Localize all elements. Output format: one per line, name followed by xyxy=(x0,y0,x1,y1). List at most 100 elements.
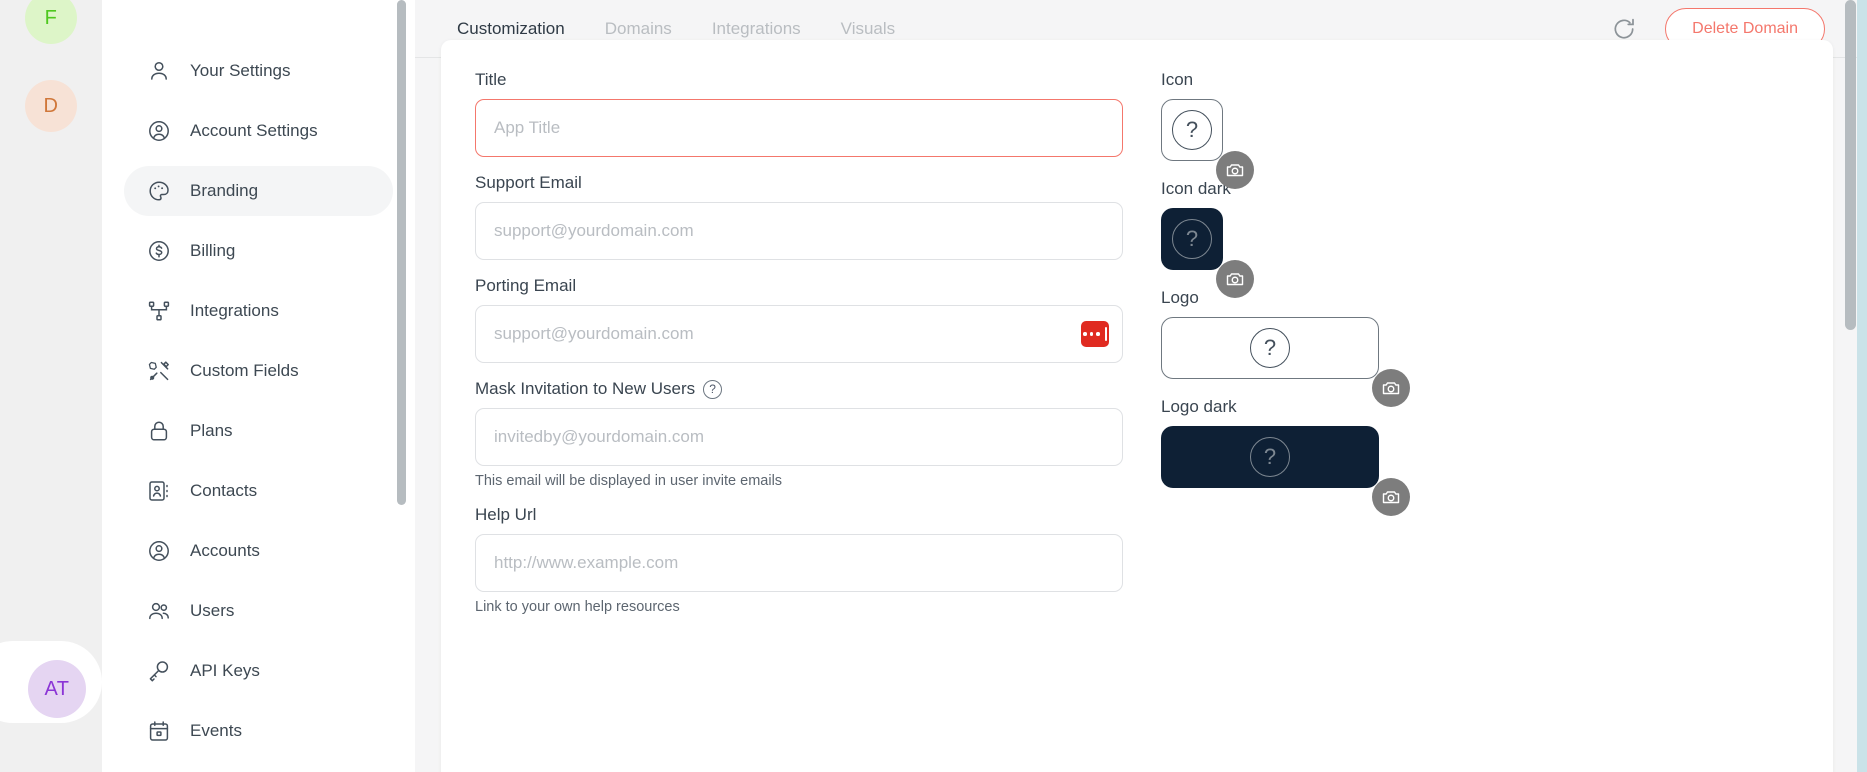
camera-icon[interactable] xyxy=(1372,478,1410,516)
sidebar-item-label: Contacts xyxy=(190,481,258,500)
contact-card-icon xyxy=(146,478,172,504)
dollar-circle-icon xyxy=(146,238,172,264)
upload-wrap: ? xyxy=(1161,99,1254,189)
upload-wrap: ? xyxy=(1161,208,1254,298)
sidebar-item-label: Your Settings xyxy=(190,61,291,80)
placeholder-question-icon: ? xyxy=(1250,328,1290,368)
main-scrollbar-thumb[interactable] xyxy=(1845,0,1856,330)
window-edge-strip xyxy=(1857,0,1867,772)
network-nodes-icon xyxy=(146,298,172,324)
sidebar-item-users[interactable]: Users xyxy=(124,586,393,636)
mask-invitation-input[interactable] xyxy=(475,408,1123,466)
upload-label: Icon xyxy=(1161,70,1194,89)
form-column: Title Support Email Port xyxy=(475,70,1123,772)
sidebar-item-label: Events xyxy=(190,721,242,740)
sidebar-item-label: Branding xyxy=(190,181,259,200)
field-label: Title xyxy=(475,70,1123,90)
icon-preview[interactable]: ? xyxy=(1161,99,1223,161)
sidebar-item-label: Plans xyxy=(190,421,233,440)
sidebar-item-account-settings[interactable]: Account Settings xyxy=(124,106,393,156)
workspace-avatar-at[interactable]: AT xyxy=(28,660,86,718)
field-title: Title xyxy=(475,70,1123,157)
input-wrap xyxy=(475,305,1123,363)
lock-icon xyxy=(146,418,172,444)
sidebar-item-label: Integrations xyxy=(190,301,279,320)
input-wrap xyxy=(475,99,1123,157)
sidebar-item-your-settings[interactable]: Your Settings xyxy=(124,46,393,96)
upload-label: Icon dark xyxy=(1161,179,1231,198)
logo-dark-preview[interactable]: ? xyxy=(1161,426,1379,488)
user-icon xyxy=(146,58,172,84)
sidebar-item-api-keys[interactable]: API Keys xyxy=(124,646,393,696)
tools-icon xyxy=(146,358,172,384)
sidebar-scrollbar-thumb[interactable] xyxy=(397,0,406,505)
refresh-icon[interactable] xyxy=(1609,14,1639,44)
workspace-avatar-f[interactable]: F xyxy=(25,0,77,44)
sidebar-item-branding[interactable]: Branding xyxy=(124,166,393,216)
upload-wrap: ? xyxy=(1161,426,1410,516)
settings-sidebar: Your Settings Account Settings Branding … xyxy=(102,0,415,772)
sidebar-item-label: Accounts xyxy=(190,541,260,560)
sidebar-scrollbar[interactable] xyxy=(397,0,406,772)
support-email-input[interactable] xyxy=(475,202,1123,260)
porting-email-input[interactable] xyxy=(475,305,1123,363)
logo-preview[interactable]: ? xyxy=(1161,317,1379,379)
sidebar-item-label: API Keys xyxy=(190,661,260,680)
upload-label: Logo xyxy=(1161,288,1199,307)
label-text: Support Email xyxy=(475,173,582,192)
sidebar-item-label: Account Settings xyxy=(190,121,318,140)
field-help-url: Help Url Link to your own help resources xyxy=(475,505,1123,615)
icon-dark-preview[interactable]: ? xyxy=(1161,208,1223,270)
customization-card: Title Support Email Port xyxy=(441,40,1833,772)
sidebar-item-plans[interactable]: Plans xyxy=(124,406,393,456)
field-porting-email: Porting Email xyxy=(475,276,1123,363)
main-panel: Customization Domains Integrations Visua… xyxy=(415,0,1867,772)
label-text: Porting Email xyxy=(475,276,577,295)
field-label: Porting Email xyxy=(475,276,1123,296)
field-label: Support Email xyxy=(475,173,1123,193)
sidebar-item-integrations[interactable]: Integrations xyxy=(124,286,393,336)
field-hint: This email will be displayed in user inv… xyxy=(475,473,783,489)
user-circle-icon xyxy=(146,538,172,564)
placeholder-question-icon: ? xyxy=(1250,437,1290,477)
label-text: Title xyxy=(475,70,507,89)
sidebar-item-billing[interactable]: Billing xyxy=(124,226,393,276)
sidebar-item-label: Users xyxy=(190,601,235,620)
main-scrollbar[interactable] xyxy=(1845,0,1856,772)
sidebar-item-label: Custom Fields xyxy=(190,361,299,380)
help-url-input[interactable] xyxy=(475,534,1123,592)
help-icon[interactable]: ? xyxy=(703,379,723,399)
title-input[interactable] xyxy=(475,99,1123,157)
sidebar-item-custom-fields[interactable]: Custom Fields xyxy=(124,346,393,396)
upload-label: Logo dark xyxy=(1161,397,1237,416)
sidebar-item-contacts[interactable]: Contacts xyxy=(124,466,393,516)
workspace-avatar-d[interactable]: D xyxy=(25,80,77,132)
users-icon xyxy=(146,598,172,624)
label-text: Help Url xyxy=(475,505,537,524)
upload-icon: Icon ? xyxy=(1161,70,1799,189)
workspace-rail: F D AT xyxy=(0,0,102,772)
sidebar-item-events[interactable]: Events xyxy=(124,706,393,756)
user-circle-icon xyxy=(146,118,172,144)
upload-icon-dark: Icon dark ? xyxy=(1161,179,1799,298)
camera-icon[interactable] xyxy=(1372,369,1410,407)
sidebar-item-accounts[interactable]: Accounts xyxy=(124,526,393,576)
field-hint: Link to your own help resources xyxy=(475,599,680,615)
placeholder-question-icon: ? xyxy=(1172,110,1212,150)
input-wrap xyxy=(475,408,1123,466)
input-wrap xyxy=(475,534,1123,592)
uploads-column: Icon ? Icon dark ? Logo ? Logo dark ? xyxy=(1123,70,1799,772)
calendar-icon xyxy=(146,718,172,744)
input-wrap xyxy=(475,202,1123,260)
upload-wrap: ? xyxy=(1161,317,1410,407)
camera-icon[interactable] xyxy=(1216,260,1254,298)
field-mask-invitation: Mask Invitation to New Users ? This emai… xyxy=(475,379,1123,489)
camera-icon[interactable] xyxy=(1216,151,1254,189)
palette-icon xyxy=(146,178,172,204)
upload-logo-dark: Logo dark ? xyxy=(1161,397,1799,516)
key-icon xyxy=(146,658,172,684)
label-text: Mask Invitation to New Users xyxy=(475,379,696,398)
field-label: Mask Invitation to New Users ? xyxy=(475,379,1123,399)
more-options-icon[interactable] xyxy=(1081,321,1109,347)
sidebar-item-label: Billing xyxy=(190,241,236,260)
